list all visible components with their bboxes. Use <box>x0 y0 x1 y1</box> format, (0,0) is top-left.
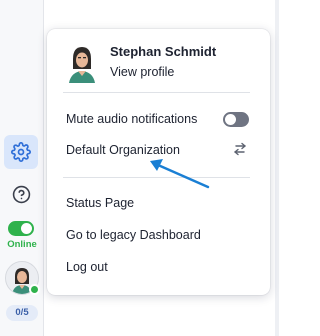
online-toggle[interactable] <box>8 221 34 236</box>
help-question-icon <box>12 185 30 203</box>
right-strip <box>275 0 279 336</box>
online-toggle-knob <box>21 223 32 234</box>
divider <box>63 92 250 93</box>
rail-user-avatar[interactable] <box>5 261 40 295</box>
switch-organization-icon[interactable] <box>232 141 248 157</box>
user-menu-popup: Stephan Schmidt View profile Mute audio … <box>47 29 270 295</box>
profile-name: Stephan Schmidt <box>110 44 217 59</box>
mute-audio-label: Mute audio notifications <box>66 112 198 126</box>
settings-button[interactable] <box>4 135 38 169</box>
status-page-link[interactable]: Status Page <box>66 196 134 210</box>
divider <box>63 177 250 178</box>
help-button[interactable] <box>4 177 38 211</box>
counter-badge: 0/5 <box>6 305 38 321</box>
mute-audio-toggle[interactable] <box>223 112 249 127</box>
online-status-label: Online <box>7 239 37 250</box>
left-rail: Online 0/5 <box>0 0 44 336</box>
mute-toggle-knob <box>225 114 236 125</box>
organization-switcher[interactable]: Default Organization <box>66 143 180 157</box>
settings-gear-icon <box>11 142 31 162</box>
presence-dot <box>29 284 40 295</box>
logout-link[interactable]: Log out <box>66 260 108 274</box>
profile-avatar-icon <box>69 47 95 83</box>
legacy-dashboard-link[interactable]: Go to legacy Dashboard <box>66 228 201 242</box>
view-profile-link[interactable]: View profile <box>110 65 174 79</box>
